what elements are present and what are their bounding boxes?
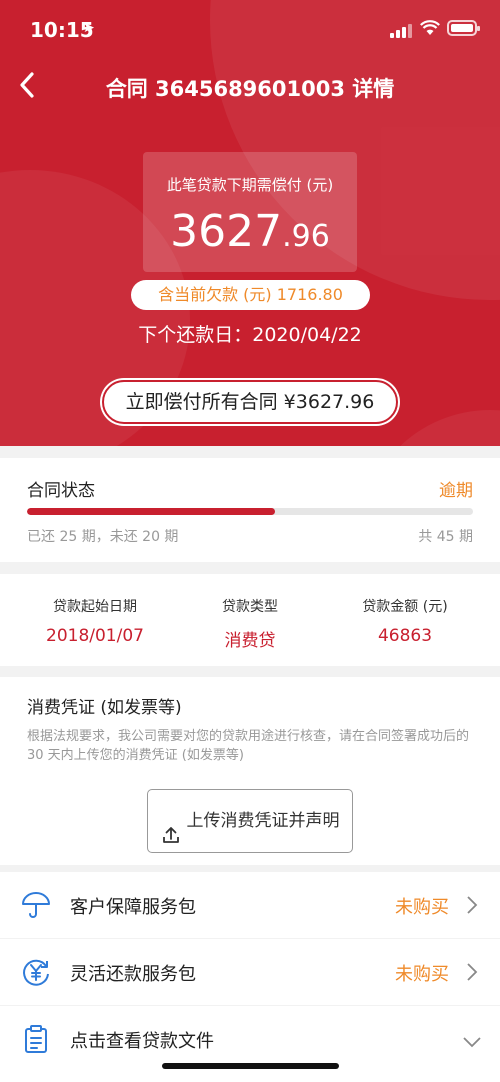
yuan-cycle-icon [20, 956, 52, 988]
loan-documents-row[interactable]: 点击查看贷款文件 [0, 1006, 500, 1082]
next-payment-label: 此笔贷款下期需偿付 (元) [166, 176, 334, 194]
next-payment-amount: 3627.96 [170, 206, 330, 257]
loan-info-section: 贷款起始日期 2018/01/07 贷款类型 消费贷 贷款金额 (元) 4686… [0, 574, 500, 666]
upload-icon [161, 809, 181, 843]
location-arrow-icon: ➤ [83, 20, 95, 36]
chevron-right-icon [466, 962, 478, 987]
battery-icon [447, 20, 480, 36]
total-periods: 共 45 期 [418, 529, 473, 545]
clipboard-icon [20, 1023, 52, 1055]
contract-status-badge: 逾期 [439, 481, 473, 501]
chevron-down-icon [462, 1032, 482, 1053]
wifi-icon [420, 20, 440, 41]
status-bar: 10:15 ➤ [0, 0, 500, 60]
upload-voucher-label: 上传消费凭证并声明 [186, 811, 340, 831]
loan-type: 贷款类型 消费贷 [222, 599, 278, 651]
loan-documents-label: 点击查看贷款文件 [70, 1031, 214, 1052]
customer-protection-row[interactable]: 客户保障服务包 未购买 [0, 872, 500, 938]
umbrella-icon [20, 889, 52, 921]
next-payment-date: 下个还款日：2020/04/22 [138, 324, 362, 346]
loan-start-date: 贷款起始日期 2018/01/07 [46, 599, 144, 646]
hero-header: 10:15 ➤ 合同 3645689601003 详情 此笔贷款下期需偿付 (元… [0, 0, 500, 446]
chevron-right-icon [466, 895, 478, 920]
contract-status-section: 合同状态 逾期 已还 25 期，未还 20 期 共 45 期 [0, 458, 500, 562]
cellular-signal-icon [390, 22, 414, 38]
voucher-section: 消费凭证 (如发票等) 根据法规要求，我公司需要对您的贷款用途进行核查，请在合同… [0, 677, 500, 865]
flexible-repayment-label: 灵活还款服务包 [70, 964, 196, 985]
flexible-repayment-status: 未购买 [395, 964, 449, 985]
voucher-title: 消费凭证 (如发票等) [27, 698, 182, 718]
upload-voucher-button[interactable]: 上传消费凭证并声明 [147, 789, 353, 853]
loan-amount: 贷款金额 (元) 46863 [362, 599, 448, 646]
page-title: 合同 3645689601003 详情 [105, 77, 395, 101]
next-payment-card: 此笔贷款下期需偿付 (元) 3627.96 [143, 152, 357, 272]
flexible-repayment-row[interactable]: 灵活还款服务包 未购买 [0, 939, 500, 1005]
arrears-badge: 含当前欠款 (元) 1716.80 [131, 280, 370, 310]
pay-all-button[interactable]: 立即偿付所有合同 ¥3627.96 [102, 380, 398, 424]
voucher-description: 根据法规要求，我公司需要对您的贷款用途进行核查，请在合同签署成功后的 30 天内… [27, 729, 470, 763]
customer-protection-status: 未购买 [395, 897, 449, 918]
repayment-summary: 已还 25 期，未还 20 期 [27, 529, 179, 545]
home-indicator[interactable] [162, 1063, 339, 1069]
customer-protection-label: 客户保障服务包 [70, 897, 196, 918]
contract-status-title: 合同状态 [27, 481, 95, 501]
repayment-progress-fill [27, 508, 275, 515]
repayment-progress-bar [27, 508, 473, 515]
